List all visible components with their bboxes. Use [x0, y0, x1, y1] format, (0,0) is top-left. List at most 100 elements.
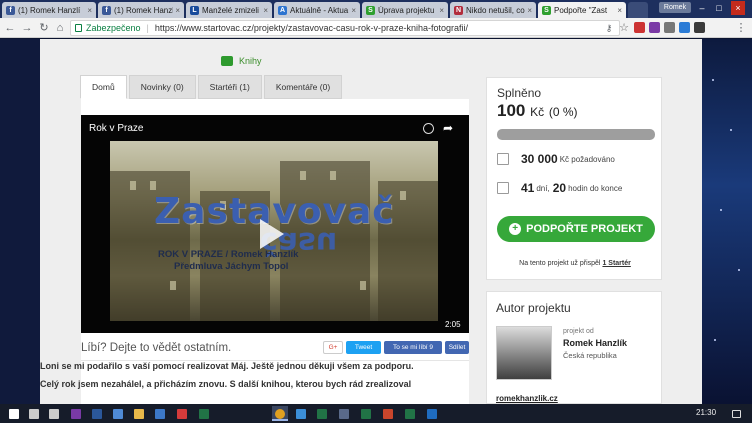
funded-amount-value: 100 [497, 101, 526, 120]
notifications-icon-shape [731, 409, 741, 418]
play-icon[interactable] [260, 219, 284, 249]
watch-later-icon[interactable] [423, 123, 434, 134]
facebook-share-button[interactable]: Sdílet [445, 341, 469, 354]
close-icon[interactable]: × [617, 6, 622, 15]
goal-row: 30 000 Kč požadováno [497, 150, 615, 168]
extension-icon[interactable] [694, 22, 705, 33]
vivaldi-icon[interactable] [174, 406, 190, 421]
reload-icon[interactable]: ↻ [37, 21, 51, 35]
window-decoration [360, 281, 366, 290]
browser-tab-7-active[interactable]: S Podpořte "Zast × [538, 2, 626, 18]
browser-tab-5[interactable]: S Úprava projektu × [362, 2, 448, 18]
screen-icon[interactable] [110, 406, 126, 421]
bookmark-star-icon[interactable]: ☆ [617, 21, 631, 35]
lock-icon [75, 24, 82, 32]
outlook-icon[interactable] [424, 406, 440, 421]
close-icon[interactable]: × [439, 6, 444, 15]
excel-icon[interactable] [314, 406, 330, 421]
tweet-button[interactable]: Tweet [346, 341, 381, 354]
description-line: Celý rok jsem nezahálel, a přicházím zno… [40, 379, 412, 389]
tab-comments[interactable]: Komentáře (0) [263, 75, 343, 99]
share-icon[interactable]: ➦ [443, 121, 453, 135]
new-tab-button[interactable] [628, 2, 648, 18]
tab-news[interactable]: Novinky (0) [128, 75, 196, 99]
browser-tab-6[interactable]: N Nikdo netušil, co × [450, 2, 536, 18]
video-thumbnail[interactable]: Zastavovač času ROK V PRAZE / Romek Hanz… [110, 141, 438, 321]
back-icon[interactable]: ← [3, 21, 17, 35]
browser-tab-1[interactable]: f (1) Romek Hanzlí × [2, 2, 96, 18]
home-icon[interactable]: ⌂ [53, 21, 67, 35]
author-country: Česká republika [563, 351, 617, 360]
profile-button[interactable]: Romek [659, 2, 691, 13]
author-website-link[interactable]: romekhanzlik.cz [496, 394, 558, 403]
address-bar[interactable]: Zabezpečeno | https://www.startovac.cz/p… [70, 20, 620, 36]
onenote-icon[interactable] [68, 406, 84, 421]
excel-icon-shape [199, 408, 209, 419]
gplus-button[interactable]: G+ [323, 341, 343, 354]
minimize-icon[interactable]: – [695, 1, 709, 15]
browser-tab-label: (1) Romek Hanzlí [18, 5, 81, 15]
browser-tabstrip: f (1) Romek Hanzlí × f (1) Romek Hanzl ×… [0, 0, 752, 18]
excel-icon[interactable] [358, 406, 374, 421]
category-link[interactable]: Knihy [221, 56, 262, 66]
tab-home[interactable]: Domů [80, 75, 127, 99]
address-separator: | [146, 23, 149, 33]
browser-tab-4[interactable]: A Aktuálně - Aktua × [274, 2, 360, 18]
contributors-link[interactable]: 1 Startér [602, 260, 630, 267]
close-icon[interactable]: × [527, 6, 532, 15]
word-icon[interactable] [89, 406, 105, 421]
hours-label: hodin do konce [568, 183, 623, 193]
close-icon[interactable]: × [263, 6, 268, 15]
close-icon[interactable]: × [175, 6, 180, 15]
search-icon[interactable] [26, 406, 42, 421]
time-left-row: 41 dní, 20 hodin do konce [497, 179, 622, 197]
video-player[interactable]: Rok v Praze ➦ Zastavovač času ROK V PRAZ… [81, 115, 469, 333]
photos-icon[interactable] [293, 406, 309, 421]
clock-time[interactable]: 21:30 [696, 408, 716, 417]
author-avatar[interactable] [496, 326, 552, 380]
chrome-icon-shape [275, 408, 285, 419]
close-window-icon[interactable]: × [731, 1, 745, 15]
powerpoint-icon[interactable] [380, 406, 396, 421]
funded-currency: Kč [530, 105, 545, 119]
support-project-button[interactable]: + PODPOŘTE PROJEKT [497, 216, 655, 242]
excel-icon[interactable] [402, 406, 418, 421]
key-icon[interactable]: ⚷ [602, 21, 616, 35]
notifications-icon[interactable] [728, 406, 744, 421]
forward-icon[interactable]: → [20, 21, 34, 35]
funding-panel: Splněno 100 Kč (0 %) 30 000 Kč požadován… [486, 77, 662, 280]
menu-icon[interactable]: ⋮ [734, 21, 748, 35]
contributors-text: Na tento projekt už přispěl 1 Startér [487, 260, 663, 267]
excel-icon[interactable] [196, 406, 212, 421]
news-icon: A [278, 5, 287, 15]
secure-label: Zabezpečeno [86, 23, 141, 33]
store-icon[interactable] [152, 406, 168, 421]
facebook-like-button[interactable]: To se mi líbí 9 [384, 341, 442, 354]
word-icon-shape [92, 408, 102, 419]
powerpoint-icon-shape [383, 408, 393, 419]
explorer-icon[interactable] [131, 406, 147, 421]
close-icon[interactable]: × [87, 6, 92, 15]
tab-starters[interactable]: Startéři (1) [197, 75, 262, 99]
author-name[interactable]: Romek Hanzlík [563, 338, 627, 348]
star-decoration [714, 339, 716, 341]
browser-tab-3[interactable]: L Manželé zmizeli × [186, 2, 272, 18]
extension-icon[interactable] [649, 22, 660, 33]
description-line: Loni se mi podařilo s vaší pomocí realiz… [40, 361, 414, 371]
extension-icon[interactable] [679, 22, 690, 33]
store-icon-shape [155, 408, 165, 419]
extension-icon[interactable] [634, 22, 645, 33]
chrome-icon[interactable] [272, 406, 288, 421]
video-title[interactable]: Rok v Praze [89, 123, 143, 134]
desktop-background-right [702, 39, 752, 404]
window-decoration [330, 171, 336, 180]
browser-tab-2[interactable]: f (1) Romek Hanzl × [98, 2, 184, 18]
windows-start-icon[interactable] [6, 406, 22, 421]
maximize-icon[interactable]: □ [712, 1, 726, 15]
close-icon[interactable]: × [351, 6, 356, 15]
photos-icon-shape [296, 408, 306, 419]
calc-icon[interactable] [336, 406, 352, 421]
task-view-icon[interactable] [46, 406, 62, 421]
browser-tab-label: Manželé zmizeli [202, 5, 259, 15]
extension-icon[interactable] [664, 22, 675, 33]
